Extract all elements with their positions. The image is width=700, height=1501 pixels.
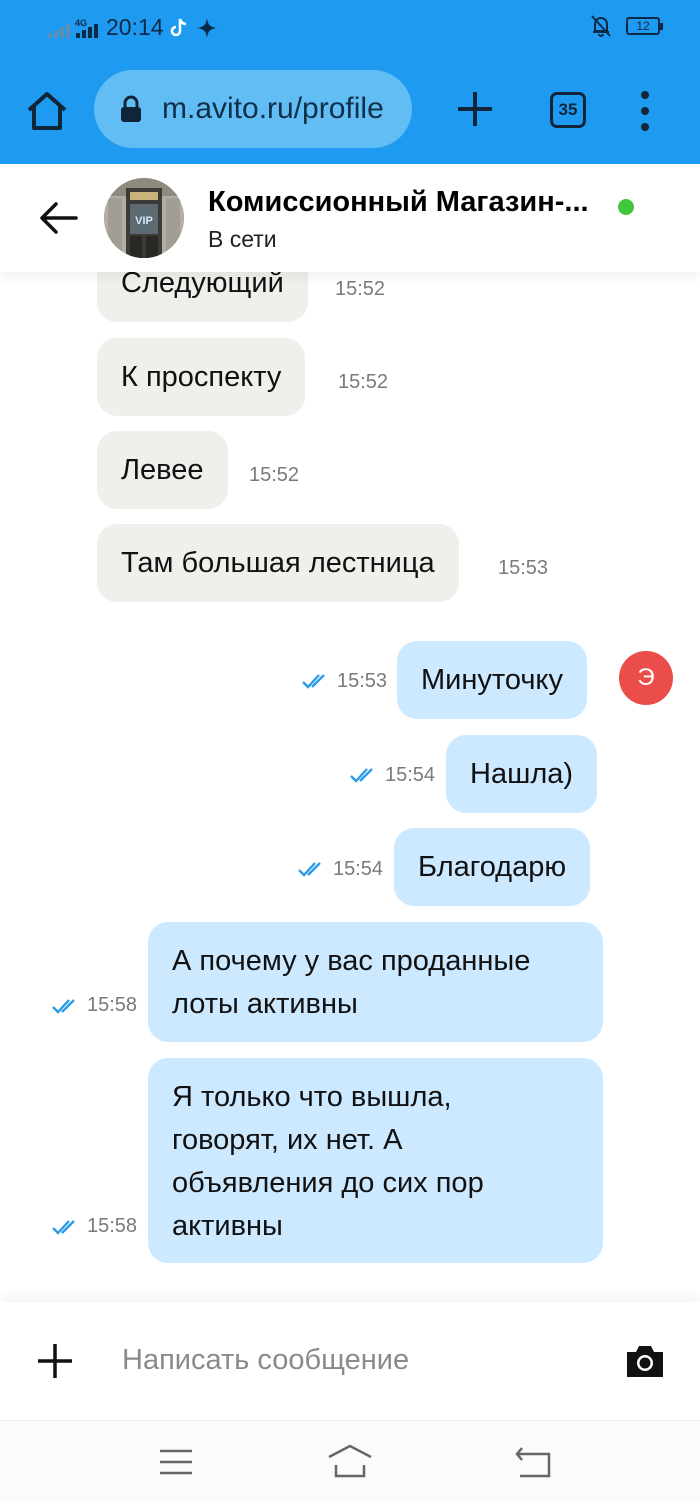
system-back-icon[interactable] — [514, 1445, 552, 1479]
message-text: Там большая лестница — [121, 546, 435, 579]
message-line: Я только что вышла, — [172, 1081, 452, 1113]
camera-icon[interactable] — [624, 1342, 666, 1380]
read-checkmarks-icon — [52, 1220, 75, 1235]
message-time: 15:58 — [87, 1215, 138, 1237]
message-time: 15:52 — [338, 371, 389, 393]
message-text: Левее — [121, 453, 204, 486]
system-home-icon[interactable] — [326, 1443, 374, 1479]
read-checkmarks-icon — [298, 862, 321, 877]
read-checkmarks-icon — [350, 768, 373, 783]
status-right: 12 — [590, 14, 663, 38]
message-outgoing[interactable]: Благодарю — [394, 828, 591, 906]
message-time: 15:52 — [335, 278, 386, 300]
back-arrow-icon[interactable] — [38, 200, 78, 236]
battery-level: 12 — [636, 19, 650, 33]
lock-icon — [121, 95, 141, 122]
message-outgoing[interactable]: А почему у вас проданные лоты активны — [148, 922, 603, 1042]
message-incoming[interactable]: Левее — [97, 431, 228, 509]
message-text: Нашла) — [470, 757, 574, 790]
sparkle-icon — [196, 17, 217, 38]
message-line: А почему у вас проданные — [172, 945, 531, 977]
message-outgoing[interactable]: Минуточку — [397, 641, 587, 719]
message-line: объявления до сих пор — [172, 1167, 484, 1199]
browser-toolbar: m.avito.ru/profile 35 — [0, 56, 700, 164]
online-indicator — [618, 199, 634, 215]
system-nav-bar — [0, 1420, 700, 1501]
message-text: Минуточку — [421, 663, 563, 696]
recent-apps-icon[interactable] — [158, 1447, 194, 1477]
home-icon[interactable] — [22, 86, 72, 136]
message-incoming[interactable]: К проспекту — [97, 338, 306, 416]
more-menu-icon[interactable] — [638, 90, 652, 132]
shop-avatar[interactable]: VIP — [104, 178, 184, 258]
message-text: Благодарю — [418, 850, 567, 883]
user-avatar-letter: Э — [637, 664, 655, 691]
message-input[interactable]: Написать сообщение — [122, 1344, 409, 1377]
tab-count: 35 — [558, 100, 578, 119]
message-incoming[interactable]: Там большая лестница — [97, 524, 459, 602]
storefront-image: VIP — [104, 178, 184, 258]
network-type: 4G — [75, 18, 87, 28]
tiktok-icon — [170, 18, 186, 36]
message-composer: Написать сообщение — [0, 1302, 700, 1420]
tab-switcher-button[interactable]: 35 — [550, 92, 586, 128]
user-avatar[interactable]: Э — [619, 651, 673, 705]
chat-header: VIP Комиссионный Магазин-... В сети — [0, 164, 700, 272]
read-checkmarks-icon — [302, 674, 325, 689]
shop-name[interactable]: Комиссионный Магазин-... — [208, 186, 608, 219]
message-text: К проспекту — [121, 360, 282, 393]
svg-text:VIP: VIP — [135, 215, 153, 227]
attach-plus-icon[interactable] — [36, 1342, 74, 1380]
status-time: 20:14 — [106, 14, 164, 40]
message-time: 15:53 — [498, 557, 549, 579]
message-time: 15:54 — [333, 858, 384, 880]
battery-icon: 12 — [626, 17, 663, 35]
message-line: говорят, их нет. А — [172, 1124, 403, 1156]
message-time: 15:58 — [87, 994, 138, 1016]
status-bar: 4G 20:14 12 — [0, 0, 700, 56]
new-tab-icon[interactable] — [454, 88, 496, 130]
message-list[interactable]: Следующий 15:52 К проспекту 15:52 Левее … — [0, 272, 700, 1302]
message-line: активны — [172, 1210, 283, 1242]
status-left: 4G 20:14 — [48, 14, 218, 41]
online-status: В сети — [208, 226, 277, 252]
address-bar[interactable]: m.avito.ru/profile — [94, 70, 412, 148]
url-text[interactable]: m.avito.ru/profile — [162, 92, 384, 126]
read-checkmarks-icon — [52, 999, 75, 1014]
message-line: лоты активны — [172, 988, 358, 1020]
muted-bell-icon — [591, 15, 611, 37]
message-time: 15:52 — [249, 464, 300, 486]
message-outgoing[interactable]: Нашла) — [446, 735, 598, 813]
message-time: 15:54 — [385, 764, 436, 786]
message-incoming[interactable]: Следующий — [97, 272, 308, 322]
message-text: Следующий — [121, 272, 284, 299]
message-outgoing[interactable]: Я только что вышла, говорят, их нет. А о… — [148, 1058, 603, 1263]
message-time: 15:53 — [337, 670, 388, 692]
signal-icon: 4G — [48, 18, 98, 38]
